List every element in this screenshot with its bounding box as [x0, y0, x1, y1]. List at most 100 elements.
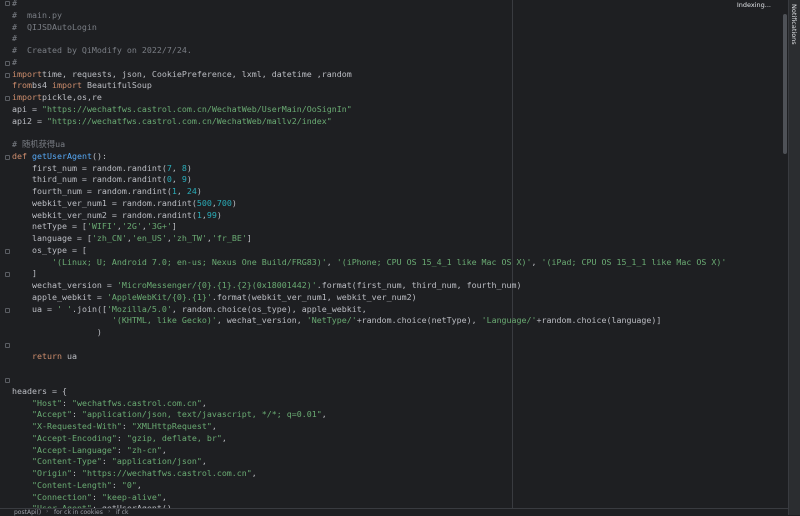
code-token: apple_webkit =	[12, 291, 107, 302]
fold-icon[interactable]	[5, 249, 10, 254]
code-line[interactable]: "Accept-Encoding": "gzip, deflate, br",	[12, 433, 726, 445]
code-token: "https://wechatfws.castrol.com.cn/Wechat…	[46, 115, 332, 126]
code-line[interactable]: "Accept-Language": "zh-cn",	[12, 445, 726, 457]
code-line[interactable]: )	[12, 327, 726, 339]
code-token: ,	[161, 491, 167, 502]
code-line[interactable]: "Accept": "application/json, text/javasc…	[12, 409, 726, 421]
code-line[interactable]: third_num = random.randint(0, 9)	[12, 174, 726, 186]
fold-icon[interactable]	[5, 73, 10, 78]
editor-gutter[interactable]	[0, 0, 11, 508]
code-line[interactable]: ]	[12, 268, 726, 280]
code-token: api =	[12, 103, 42, 114]
code-token: :	[91, 491, 102, 502]
code-line[interactable]: # Created by QiModify on 2022/7/24.	[12, 45, 726, 57]
code-token: "Content-Type"	[31, 456, 102, 467]
code-line[interactable]: return ua	[12, 351, 726, 363]
fold-icon[interactable]	[5, 308, 10, 313]
code-line[interactable]: "X-Requested-With": "XMLHttpRequest",	[12, 421, 726, 433]
code-line[interactable]: '(Linux; U; Android 7.0; en-us; Nexus On…	[12, 257, 726, 269]
code-line[interactable]: frombs4 import BeautifulSoup	[12, 80, 726, 92]
code-line[interactable]: "Content-Type": "application/json",	[12, 456, 726, 468]
code-token: +random.choice(language)]	[536, 315, 662, 326]
code-line[interactable]: importpickle,os,re	[12, 92, 726, 104]
notifications-tab[interactable]: Notifications	[790, 4, 798, 45]
code-line[interactable]	[12, 339, 726, 351]
code-token: ,	[326, 256, 337, 267]
code-token: # 随机获得ua	[12, 139, 66, 149]
code-line[interactable]: os_type = [	[12, 245, 726, 257]
code-token: "https://wechatfws.castrol.com.cn/Wechat…	[41, 103, 352, 114]
code-line[interactable]: "Host": "wechatfws.castrol.com.cn",	[12, 398, 726, 410]
code-line[interactable]: api = "https://wechatfws.castrol.com.cn/…	[12, 104, 726, 116]
fold-icon[interactable]	[5, 378, 10, 383]
breadcrumb-separator: ›	[108, 508, 111, 515]
code-line[interactable]: def getUserAgent():	[12, 151, 726, 163]
code-line[interactable]: "Content-Length": "0",	[12, 480, 726, 492]
code-token: third_num = random.randint(	[12, 174, 167, 185]
code-line[interactable]: fourth_num = random.randint(1, 24)	[12, 186, 726, 198]
code-line[interactable]: "Connection": "keep-alive",	[12, 492, 726, 504]
code-token: ,	[531, 256, 542, 267]
code-token: # QIJSDAutoLogin	[12, 21, 97, 32]
code-editor[interactable]: # # main.py # QIJSDAutoLogin # # Created by …	[0, 0, 787, 508]
code-line[interactable]: #	[12, 0, 726, 10]
code-line[interactable]: headers = {	[12, 386, 726, 398]
code-line[interactable]: '(KHTML, like Gecko)', wechat_version, '…	[12, 315, 726, 327]
code-token: ,	[171, 174, 182, 185]
code-line[interactable]: first_num = random.randint(7, 8)	[12, 163, 726, 175]
code-token: return	[31, 350, 62, 361]
code-token: "Accept-Encoding"	[31, 432, 117, 443]
code-line[interactable]: webkit_ver_num2 = random.randint(1,99)	[12, 210, 726, 222]
code-token: :	[111, 479, 122, 490]
fold-icon[interactable]	[5, 96, 10, 101]
code-line[interactable]	[12, 127, 726, 139]
code-token: pickle,os,re	[41, 92, 102, 102]
code-token: "0"	[121, 479, 137, 490]
code-line[interactable]: # 随机获得ua	[12, 139, 726, 151]
fold-icon[interactable]	[5, 343, 10, 348]
code-token: :	[71, 409, 82, 420]
code-token: import	[51, 80, 82, 91]
code-line[interactable]	[12, 362, 726, 374]
code-token: ,	[211, 421, 217, 431]
code-line[interactable]: #	[12, 33, 726, 45]
fold-icon[interactable]	[5, 272, 10, 277]
code-line[interactable]: webkit_ver_num1 = random.randint(500,700…	[12, 198, 726, 210]
code-token: BeautifulSoup	[81, 80, 152, 91]
code-line[interactable]: # QIJSDAutoLogin	[12, 22, 726, 34]
code-token: # Created by QiModify on 2022/7/24.	[12, 45, 192, 55]
code-area[interactable]: # # main.py # QIJSDAutoLogin # # Created by …	[12, 0, 726, 508]
code-token: )	[216, 209, 222, 220]
code-token: "Accept"	[31, 409, 72, 420]
code-line[interactable]: api2 = "https://wechatfws.castrol.com.cn…	[12, 116, 726, 128]
code-token: "wechatfws.castrol.com.cn"	[71, 397, 202, 408]
code-line[interactable]: "Origin": "https://wechatfws.castrol.com…	[12, 468, 726, 480]
vertical-scrollbar[interactable]	[783, 10, 787, 508]
code-token: '3G+'	[146, 221, 172, 232]
code-token: "Content-Length"	[31, 479, 112, 490]
code-line[interactable]: apple_webkit = 'AppleWebKit/{0}.{1}'.for…	[12, 292, 726, 304]
code-line[interactable]: # main.py	[12, 10, 726, 22]
code-token: :	[71, 468, 82, 478]
fold-icon[interactable]	[5, 1, 10, 6]
scrollbar-thumb[interactable]	[783, 14, 787, 154]
code-line[interactable]: netType = ['WIFI','2G','3G+']	[12, 221, 726, 233]
code-token: 24	[186, 186, 197, 196]
breadcrumb: postApi() › for ck in cookies › if ck	[0, 508, 788, 516]
code-line[interactable]	[12, 374, 726, 386]
fold-icon[interactable]	[5, 61, 10, 66]
code-token: +random.choice(netType),	[356, 315, 482, 326]
code-line[interactable]: importtime, requests, json, CookiePrefer…	[12, 69, 726, 81]
code-line[interactable]: ua = ' '.join(['Mozilla/5.0', random.cho…	[12, 304, 726, 316]
code-token: ' '	[56, 303, 72, 314]
fold-icon[interactable]	[5, 155, 10, 160]
code-token: .format(webkit_ver_num1, webkit_ver_num2…	[211, 291, 417, 302]
code-line[interactable]: wechat_version = 'MicroMessenger/{0}.{1}…	[12, 280, 726, 292]
code-token: :	[116, 432, 127, 443]
code-line[interactable]: language = ['zh_CN','en_US','zh_TW','fr_…	[12, 233, 726, 245]
code-line[interactable]: #	[12, 57, 726, 69]
